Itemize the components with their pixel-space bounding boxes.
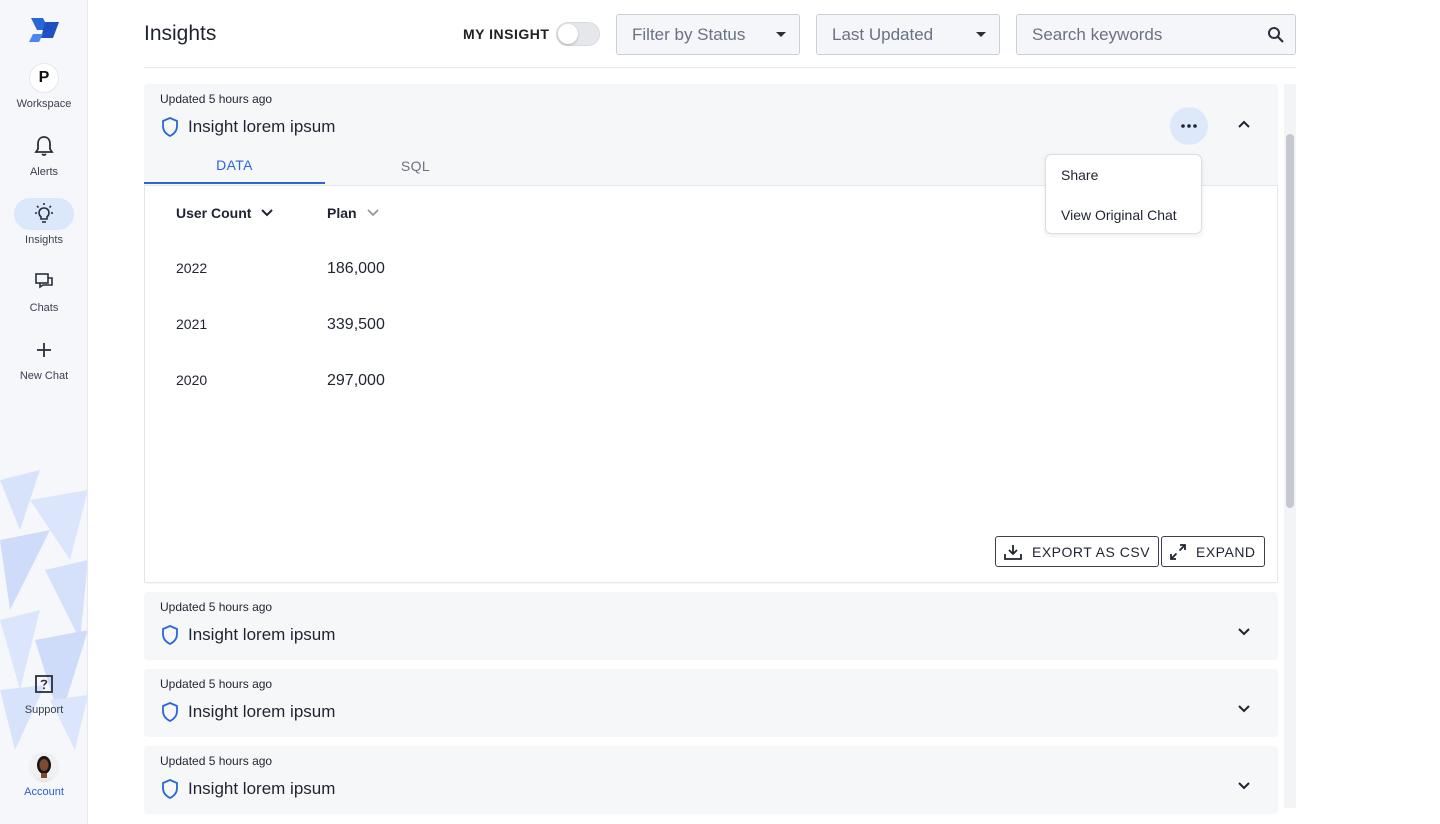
insights-icon-wrap bbox=[14, 198, 74, 230]
more-options-button[interactable] bbox=[1170, 107, 1208, 145]
sidebar-item-label: Insights bbox=[25, 234, 63, 246]
sidebar-item-insights[interactable]: Insights bbox=[0, 198, 87, 246]
updated-time: Updated 5 hours ago bbox=[160, 92, 273, 106]
brand-logo-icon[interactable] bbox=[29, 16, 61, 44]
my-insight-label: MY INSIGHT bbox=[463, 26, 550, 42]
tab-data[interactable]: DATA bbox=[144, 148, 325, 184]
table-cell: 2021 bbox=[176, 316, 208, 332]
column-header-user-count[interactable]: User Count bbox=[176, 205, 274, 221]
sidebar-item-support[interactable]: Support bbox=[0, 668, 87, 716]
export-csv-label: EXPORT AS CSV bbox=[1032, 543, 1151, 560]
column-header-label: Plan bbox=[327, 205, 357, 221]
updated-time: Updated 5 hours ago bbox=[160, 754, 273, 768]
page-title: Insights bbox=[144, 22, 217, 45]
insight-card[interactable]: Updated 5 hours ago Insight lorem ipsum bbox=[144, 669, 1278, 737]
sidebar: P Workspace Alerts Insights Chats New Ch… bbox=[0, 0, 88, 824]
sort-select[interactable]: Last Updated bbox=[816, 14, 1000, 55]
insight-title[interactable]: Insight lorem ipsum bbox=[188, 625, 335, 645]
chat-bubbles-icon bbox=[35, 273, 53, 289]
caret-down-icon bbox=[776, 32, 786, 37]
insight-card[interactable]: Updated 5 hours ago Insight lorem ipsum bbox=[144, 746, 1278, 814]
updated-time: Updated 5 hours ago bbox=[160, 677, 273, 691]
expand-button[interactable]: EXPAND bbox=[1161, 536, 1265, 567]
table-cell: 2020 bbox=[176, 372, 208, 388]
caret-down-icon bbox=[976, 32, 986, 37]
plus-icon bbox=[37, 343, 51, 357]
shield-icon bbox=[162, 625, 178, 646]
alerts-icon-wrap bbox=[14, 130, 74, 162]
updated-time: Updated 5 hours ago bbox=[160, 600, 273, 614]
menu-item-share[interactable]: Share bbox=[1061, 167, 1098, 183]
expand-label: EXPAND bbox=[1196, 543, 1256, 560]
filter-status-select[interactable]: Filter by Status bbox=[616, 14, 800, 55]
app-root: P Workspace Alerts Insights Chats New Ch… bbox=[0, 0, 1440, 824]
bell-icon bbox=[34, 136, 54, 156]
table-cell: 297,000 bbox=[327, 372, 385, 389]
column-header-label: User Count bbox=[176, 205, 252, 221]
workspace-avatar: P bbox=[29, 63, 59, 93]
sidebar-item-label: Chats bbox=[29, 302, 59, 314]
insight-title[interactable]: Insight lorem ipsum bbox=[188, 702, 335, 722]
scrollbar[interactable] bbox=[1284, 84, 1296, 808]
search-input[interactable] bbox=[1017, 15, 1257, 54]
sidebar-item-alerts[interactable]: Alerts bbox=[0, 130, 87, 178]
sidebar-item-account[interactable]: Account bbox=[0, 752, 87, 798]
chevron-up-icon[interactable] bbox=[1238, 120, 1250, 128]
more-options-menu: Share View Original Chat bbox=[1045, 154, 1202, 234]
more-horizontal-icon bbox=[1181, 124, 1197, 128]
table-cell: 186,000 bbox=[327, 260, 385, 277]
shield-icon bbox=[162, 779, 178, 800]
support-icon-wrap bbox=[14, 668, 74, 700]
sidebar-item-label: Support bbox=[24, 704, 64, 716]
search-box bbox=[1016, 14, 1296, 55]
chats-icon-wrap bbox=[14, 266, 74, 298]
chevron-down-icon[interactable] bbox=[1238, 705, 1250, 713]
sidebar-item-new-chat[interactable]: New Chat bbox=[0, 334, 87, 382]
download-icon bbox=[1004, 544, 1022, 560]
export-csv-button[interactable]: EXPORT AS CSV bbox=[995, 536, 1160, 567]
insight-title[interactable]: Insight lorem ipsum bbox=[188, 779, 335, 799]
header-divider bbox=[144, 67, 1296, 68]
question-icon bbox=[35, 675, 53, 693]
chevron-down-icon[interactable] bbox=[1238, 628, 1250, 636]
search-icon[interactable] bbox=[1267, 26, 1285, 44]
chevron-down-icon bbox=[367, 209, 379, 217]
workspace-avatar-wrap: P bbox=[14, 62, 74, 94]
chevron-down-icon[interactable] bbox=[1238, 782, 1250, 790]
chevron-down-icon bbox=[261, 209, 274, 217]
sort-value: Last Updated bbox=[832, 24, 934, 44]
data-panel: User Count Plan 2022 186,000 2021 339,50… bbox=[144, 185, 1278, 583]
expand-icon bbox=[1170, 543, 1186, 560]
insight-title[interactable]: Insight lorem ipsum bbox=[188, 117, 335, 137]
sidebar-item-label: Account bbox=[24, 786, 64, 798]
shield-icon bbox=[162, 117, 178, 138]
insight-card[interactable]: Updated 5 hours ago Insight lorem ipsum bbox=[144, 592, 1278, 660]
column-header-plan[interactable]: Plan bbox=[327, 205, 379, 221]
toggle-knob bbox=[558, 24, 578, 44]
sidebar-item-label: New Chat bbox=[19, 370, 69, 382]
sidebar-item-workspace[interactable]: P Workspace bbox=[0, 62, 87, 110]
my-insight-toggle[interactable] bbox=[556, 22, 600, 46]
lightbulb-icon bbox=[35, 203, 53, 223]
sidebar-item-label: Workspace bbox=[16, 98, 72, 110]
new-chat-icon-wrap bbox=[14, 334, 74, 366]
menu-item-view-original-chat[interactable]: View Original Chat bbox=[1061, 207, 1177, 223]
sidebar-item-chats[interactable]: Chats bbox=[0, 266, 87, 314]
shield-icon bbox=[162, 702, 178, 723]
table-cell: 2022 bbox=[176, 260, 208, 276]
tab-sql[interactable]: SQL bbox=[325, 148, 506, 184]
avatar-image bbox=[29, 752, 59, 782]
table-cell: 339,500 bbox=[327, 316, 385, 333]
avatar bbox=[29, 752, 59, 782]
scrollbar-thumb[interactable] bbox=[1286, 134, 1294, 508]
filter-status-value: Filter by Status bbox=[632, 24, 746, 44]
sidebar-item-label: Alerts bbox=[29, 166, 59, 178]
